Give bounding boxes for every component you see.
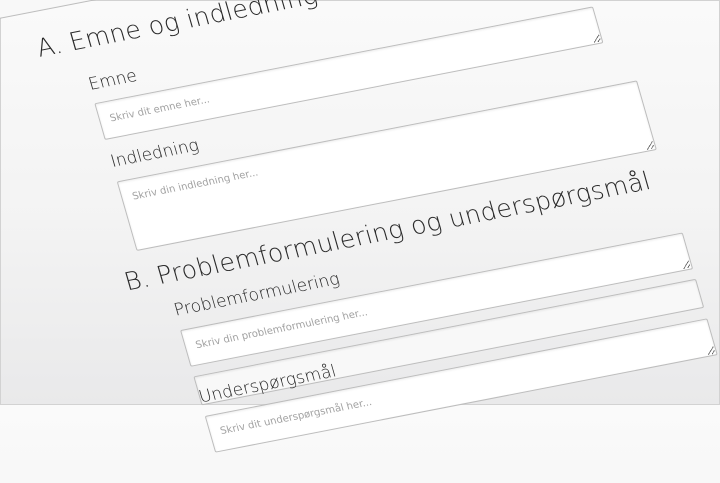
intro-label: Indledning [108,135,202,172]
subject-label: Emne [86,66,140,95]
section-a-heading: A. Emne og indledning [33,0,321,63]
